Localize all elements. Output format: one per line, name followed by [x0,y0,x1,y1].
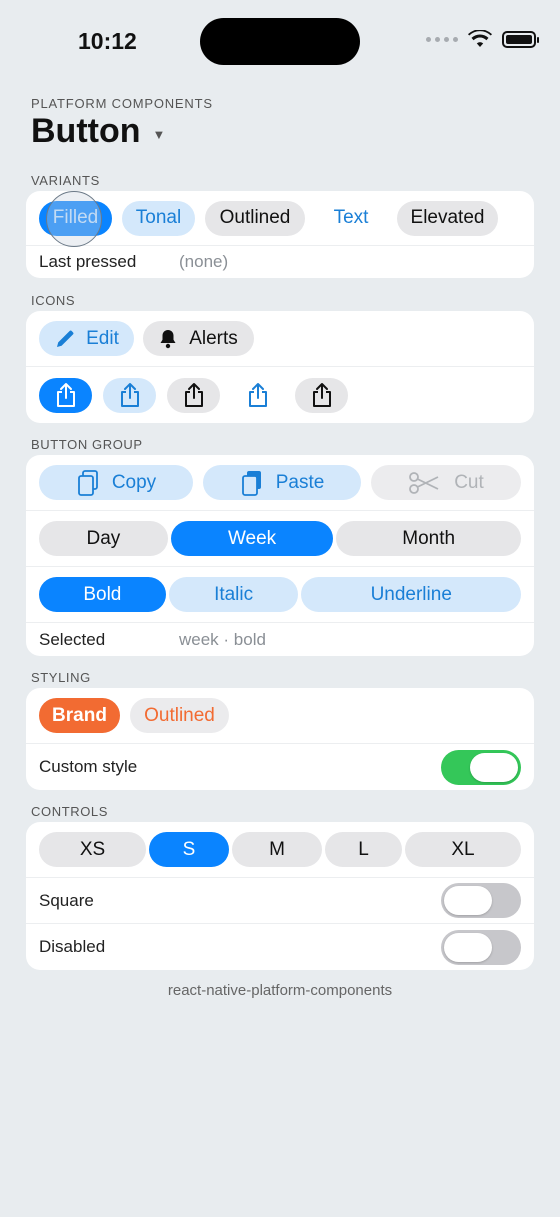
last-pressed-label: Last pressed [39,252,137,271]
last-pressed-row: Last pressed (none) [26,246,534,278]
alerts-button-label: Alerts [189,327,238,349]
icons-card: Edit Alerts [26,311,534,423]
toggle-bold[interactable]: Bold [39,577,166,612]
section-label-variants: VARIANTS [31,173,100,188]
section-label-styling: STYLING [31,670,91,685]
cellular-signal-icon [426,36,458,42]
paste-icon [241,470,261,496]
custom-style-row: Custom style [26,744,534,790]
touch-indicator [46,191,102,247]
alerts-button[interactable]: Alerts [143,321,254,356]
size-s[interactable]: S [149,832,229,867]
share-outlined-button[interactable] [167,377,220,413]
selected-row: Selected week · bold [26,623,534,656]
segment-week[interactable]: Week [170,521,334,556]
edit-button-label: Edit [86,327,119,349]
button-group-card: Copy Paste Cut Day Week Month Bold Itali… [26,455,534,656]
section-label-icons: ICONS [31,293,76,308]
custom-style-switch[interactable] [441,749,521,785]
share-icon [312,383,331,407]
share-icon [184,383,203,407]
segment-month[interactable]: Month [336,521,521,556]
battery-icon [502,30,539,48]
selected-label: Selected [39,629,106,649]
styling-card: Brand Outlined Custom style [26,688,534,790]
share-icon [248,383,267,407]
scissors-icon [409,471,439,494]
share-icon [120,383,139,407]
icon-label-row: Edit Alerts [26,311,534,367]
share-text-button[interactable] [231,378,284,413]
custom-style-label: Custom style [39,757,138,776]
component-picker[interactable]: Button ▼ [31,112,165,151]
disabled-label: Disabled [39,937,106,956]
segment-day[interactable]: Day [39,521,168,556]
share-tonal-button[interactable] [103,377,156,413]
text-button[interactable]: Text [315,201,387,236]
size-l[interactable]: L [325,832,402,867]
copy-icon [77,469,98,496]
chevron-down-icon: ▼ [152,127,166,142]
square-label: Square [39,890,94,910]
copy-button[interactable]: Copy [39,465,193,500]
selected-value: week · bold [179,629,266,649]
dynamic-island [200,18,360,65]
icon-only-row [26,367,534,423]
pencil-icon [57,330,74,347]
square-row: Square [26,878,534,924]
square-switch[interactable] [441,883,521,918]
brand-button[interactable]: Brand [39,698,120,733]
edit-button[interactable]: Edit [39,321,134,356]
format-group: Bold Italic Underline [26,567,534,623]
share-icon [56,383,75,407]
cut-button[interactable]: Cut [371,465,521,500]
variants-card: Filled Tonal Outlined Text Elevated Last… [26,191,534,278]
clipboard-group: Copy Paste Cut [26,455,534,511]
size-m[interactable]: M [232,832,322,867]
bell-icon [160,329,176,348]
range-group: Day Week Month [26,511,534,567]
size-group: XS S M L XL [26,822,534,878]
copy-label: Copy [111,471,157,493]
size-xl[interactable]: XL [405,832,521,867]
paste-button[interactable]: Paste [203,465,361,500]
disabled-row: Disabled [26,924,534,970]
status-icons [426,30,539,48]
cut-label: Cut [454,471,484,493]
disabled-switch[interactable] [441,929,521,965]
toggle-italic[interactable]: Italic [168,577,299,612]
section-label-controls: CONTROLS [31,804,109,819]
tonal-button[interactable]: Tonal [122,200,195,236]
controls-card: XS S M L XL Square Disabled [26,822,534,970]
last-pressed-value: (none) [179,252,229,271]
page-title: Button [31,112,141,150]
section-label-button-group: BUTTON GROUP [31,437,143,452]
outlined-button[interactable]: Outlined [205,200,305,236]
page-eyebrow: PLATFORM COMPONENTS [31,96,213,111]
status-time: 10:12 [78,28,137,54]
toggle-underline[interactable]: Underline [301,577,521,612]
footer-text: react-native-platform-components [167,982,393,999]
styled-buttons-row: Brand Outlined [26,688,534,744]
size-xs[interactable]: XS [39,832,146,867]
wifi-icon [468,30,492,47]
share-elevated-button[interactable] [295,377,348,413]
brand-outlined-button[interactable]: Outlined [130,698,229,733]
share-filled-button[interactable] [39,377,92,413]
paste-label: Paste [275,471,325,493]
variants-row: Filled Tonal Outlined Text Elevated [26,191,534,246]
elevated-button[interactable]: Elevated [397,200,498,236]
